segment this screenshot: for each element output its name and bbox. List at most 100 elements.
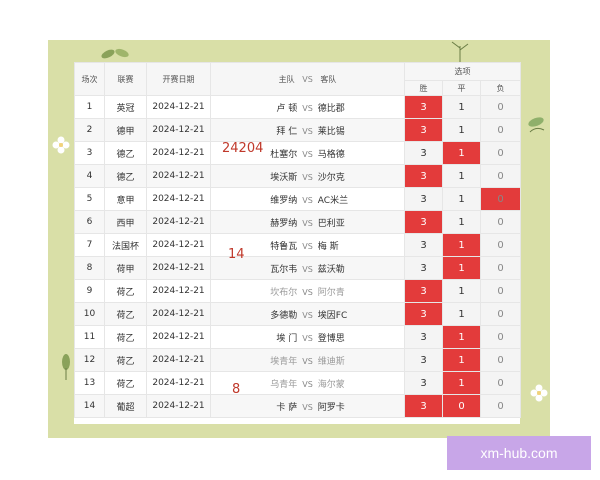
row-match: 埃沃斯 VS 沙尔克 (210, 164, 405, 188)
header-date: 开赛日期 (146, 62, 211, 96)
option-win-cell[interactable]: 3 (404, 348, 443, 372)
option-win-cell[interactable]: 3 (404, 233, 443, 257)
leaf-decoration-icon (101, 48, 129, 59)
option-loss-cell[interactable]: 0 (479, 325, 522, 349)
row-date: 2024-12-21 (146, 141, 211, 165)
option-win-cell[interactable]: 3 (404, 394, 443, 418)
option-loss-cell[interactable]: 0 (479, 302, 522, 326)
home-team: 埃 门 (276, 333, 298, 344)
option-win-cell[interactable]: 3 (404, 164, 443, 188)
header-no: 场次 (74, 62, 105, 96)
option-loss-cell[interactable]: 0 (479, 233, 522, 257)
away-team: 梅 斯 (317, 241, 339, 252)
option-loss-cell[interactable]: 0 (479, 164, 522, 188)
option-loss-cell[interactable]: 0 (479, 187, 522, 211)
option-draw-cell[interactable]: 1 (442, 233, 481, 257)
vs-label: VS (302, 379, 313, 389)
row-no: 7 (74, 233, 105, 257)
row-no: 8 (74, 256, 105, 280)
row-match: 维罗纳 VS AC米兰 (210, 187, 405, 211)
option-win-cell[interactable]: 3 (404, 256, 443, 280)
stat-number-b: 14 (228, 247, 245, 262)
header-draw: 平 (442, 80, 481, 96)
row-no: 6 (74, 210, 105, 234)
vs-label: VS (302, 218, 313, 228)
row-no: 11 (74, 325, 105, 349)
option-loss-cell[interactable]: 0 (479, 141, 522, 165)
away-team: 巴利亚 (317, 218, 345, 229)
row-date: 2024-12-21 (146, 164, 211, 188)
away-team: 登博思 (317, 333, 345, 344)
table-row: 14 葡超 2024-12-21 卡 萨 VS 阿罗卡 3 0 0 (74, 394, 522, 418)
option-loss-cell[interactable]: 0 (479, 279, 522, 303)
option-win-cell[interactable]: 3 (404, 302, 443, 326)
option-draw-cell[interactable]: 1 (442, 164, 481, 188)
row-league: 葡超 (104, 394, 147, 418)
leaf-decoration-icon (62, 354, 70, 380)
row-match: 拜 仁 VS 莱比锡 (210, 118, 405, 142)
option-loss-cell[interactable]: 0 (479, 95, 522, 119)
table-row: 2 德甲 2024-12-21 拜 仁 VS 莱比锡 3 1 0 (74, 118, 522, 142)
away-team: 马格德 (317, 149, 345, 160)
option-win-cell[interactable]: 3 (404, 118, 443, 142)
row-date: 2024-12-21 (146, 95, 211, 119)
option-loss-cell[interactable]: 0 (479, 348, 522, 372)
header-away: 客队 (320, 74, 337, 84)
option-draw-cell[interactable]: 1 (442, 256, 481, 280)
vs-label: VS (302, 287, 313, 297)
away-team: 阿罗卡 (317, 402, 345, 413)
row-match: 赫罗纳 VS 巴利亚 (210, 210, 405, 234)
row-no: 13 (74, 371, 105, 395)
row-date: 2024-12-21 (146, 187, 211, 211)
option-draw-cell[interactable]: 1 (442, 210, 481, 234)
away-team: 德比郡 (317, 103, 345, 114)
option-win-cell[interactable]: 3 (404, 210, 443, 234)
row-league: 法国杯 (104, 233, 147, 257)
home-team: 坎布尔 (270, 287, 298, 298)
row-league: 德乙 (104, 164, 147, 188)
option-loss-cell[interactable]: 0 (479, 371, 522, 395)
option-win-cell[interactable]: 3 (404, 141, 443, 165)
vs-label: VS (302, 356, 313, 366)
sprout-decoration-icon (451, 41, 469, 62)
option-win-cell[interactable]: 3 (404, 187, 443, 211)
home-team: 卢 顿 (276, 103, 298, 114)
flower-decoration-icon (530, 384, 548, 402)
row-date: 2024-12-21 (146, 325, 211, 349)
row-date: 2024-12-21 (146, 371, 211, 395)
option-draw-cell[interactable]: 1 (442, 348, 481, 372)
option-draw-cell[interactable]: 1 (442, 187, 481, 211)
option-draw-cell[interactable]: 1 (442, 141, 481, 165)
row-date: 2024-12-21 (146, 210, 211, 234)
option-loss-cell[interactable]: 0 (479, 256, 522, 280)
header-league: 联赛 (104, 62, 147, 96)
header-win: 胜 (404, 80, 443, 96)
row-match: 埃 门 VS 登博思 (210, 325, 405, 349)
row-league: 德乙 (104, 141, 147, 165)
option-win-cell[interactable]: 3 (404, 371, 443, 395)
option-draw-cell[interactable]: 1 (442, 302, 481, 326)
away-team: 埃因FC (317, 310, 348, 321)
away-team: 维迪斯 (317, 356, 345, 367)
option-win-cell[interactable]: 3 (404, 95, 443, 119)
row-league: 荷乙 (104, 371, 147, 395)
leaf-decoration-icon (528, 117, 545, 133)
option-draw-cell[interactable]: 0 (442, 394, 481, 418)
row-date: 2024-12-21 (146, 233, 211, 257)
row-date: 2024-12-21 (146, 302, 211, 326)
option-loss-cell[interactable]: 0 (479, 118, 522, 142)
option-win-cell[interactable]: 3 (404, 325, 443, 349)
home-team: 埃沃斯 (270, 172, 298, 183)
table-row: 12 荷乙 2024-12-21 埃青年 VS 维迪斯 3 1 0 (74, 348, 522, 372)
option-draw-cell[interactable]: 1 (442, 279, 481, 303)
option-draw-cell[interactable]: 1 (442, 95, 481, 119)
option-win-cell[interactable]: 3 (404, 279, 443, 303)
header-match: 主队 VS 客队 (210, 62, 405, 96)
option-loss-cell[interactable]: 0 (479, 394, 522, 418)
vs-label: VS (302, 149, 313, 159)
option-draw-cell[interactable]: 1 (442, 371, 481, 395)
option-loss-cell[interactable]: 0 (479, 210, 522, 234)
option-draw-cell[interactable]: 1 (442, 118, 481, 142)
home-team: 埃青年 (270, 356, 298, 367)
option-draw-cell[interactable]: 1 (442, 325, 481, 349)
